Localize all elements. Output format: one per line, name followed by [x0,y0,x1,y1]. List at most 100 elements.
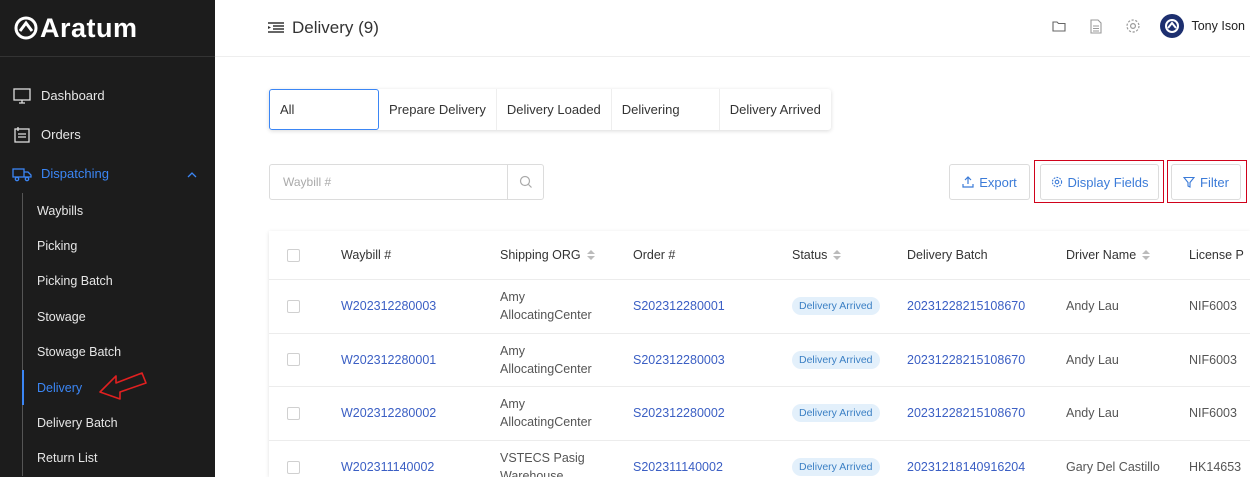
header-actions: Tony Ison [1049,12,1245,40]
table-row: W202312280003 Amy AllocatingCenter S20231… [269,280,1250,334]
col-label: Order # [633,248,676,262]
status-badge: Delivery Arrived [792,458,880,477]
waybill-link[interactable]: W202312280003 [341,280,491,333]
col-label: Status [792,248,828,262]
col-waybill: Waybill # [341,231,491,279]
driver-name: Gary Del Castillo [1066,460,1160,475]
col-driver-name[interactable]: Driver Name [1066,231,1184,279]
status-cell: Delivery Arrived [792,441,902,477]
col-label: License P [1189,248,1244,262]
checkbox[interactable] [287,353,300,367]
page-title: Delivery (9) [292,18,379,37]
col-label: Shipping ORG [500,248,581,262]
col-label: Waybill # [341,248,392,262]
search-button[interactable] [507,165,543,199]
order-link[interactable]: S202312280003 [633,334,783,387]
sidebar-item-dispatching[interactable]: Dispatching [0,154,215,193]
shipping-org-line: Amy [500,397,525,412]
sidebar-item-stowage[interactable]: Stowage [23,299,215,334]
gear-icon[interactable] [1123,16,1143,36]
waybill-link[interactable]: W202312280002 [341,387,491,440]
avatar-logo-icon [1165,19,1180,33]
sidebar-item-delivery-batch[interactable]: Delivery Batch [23,405,215,440]
col-status[interactable]: Status [792,231,902,279]
shipping-org-line: Amy [500,290,525,305]
status-cell: Delivery Arrived [792,280,902,333]
waybill-link[interactable]: W202312280001 [341,334,491,387]
document-icon[interactable] [1086,16,1106,36]
col-delivery-batch: Delivery Batch [907,231,1062,279]
order-link[interactable]: S202312280002 [633,387,783,440]
shipping-org: Amy AllocatingCenter [500,280,625,333]
sidebar-item-return-list[interactable]: Return List [23,441,215,476]
avatar[interactable] [1160,14,1185,38]
shipping-org: Amy AllocatingCenter [500,387,625,440]
folder-icon[interactable] [1049,16,1069,36]
col-license: License P [1189,231,1250,279]
upload-icon [962,176,974,188]
sort-icon[interactable] [1142,250,1151,260]
row-checkbox-cell[interactable] [287,441,300,477]
order-link[interactable]: S202311140002 [633,441,783,477]
sort-icon[interactable] [833,250,842,260]
tab-prepare-delivery[interactable]: Prepare Delivery [379,89,497,130]
menu-toggle-icon[interactable] [267,21,285,35]
checkbox[interactable] [287,406,300,420]
annotation-box-display-fields [1034,160,1164,203]
sidebar-item-dashboard[interactable]: Dashboard [0,76,215,115]
row-checkbox-cell[interactable] [287,334,300,387]
sort-icon[interactable] [586,250,595,260]
select-all-checkbox-cell[interactable] [287,231,300,279]
delivery-batch-link[interactable]: 20231228215108670 [907,334,1062,387]
waybill-link[interactable]: W202311140002 [341,441,491,477]
sidebar-item-stowage-batch[interactable]: Stowage Batch [23,335,215,370]
delivery-batch-link[interactable]: 20231228215108670 [907,387,1062,440]
page-title-wrap: Delivery (9) [267,18,379,38]
brand-logo[interactable]: Aratum [0,0,215,57]
table-row: W202312280001 Amy AllocatingCenter S20231… [269,334,1250,388]
orders-icon [12,125,32,145]
tab-delivery-loaded[interactable]: Delivery Loaded [497,89,612,130]
annotation-arrow-icon [99,372,147,400]
sidebar-item-picking-batch[interactable]: Picking Batch [23,264,215,299]
shipping-org-line: AllocatingCenter [500,361,592,376]
tab-delivering[interactable]: Delivering [612,89,720,130]
checkbox[interactable] [287,248,300,262]
brand-name: Aratum [40,12,138,43]
user-name[interactable]: Tony Ison [1191,19,1245,33]
annotation-box-filter [1167,160,1247,203]
status-cell: Delivery Arrived [792,387,902,440]
shipping-org: VSTECS Pasig Warehouse [500,441,625,477]
row-checkbox-cell[interactable] [287,280,300,333]
delivery-batch-link[interactable]: 20231228215108670 [907,280,1062,333]
tab-delivery-arrived[interactable]: Delivery Arrived [720,89,831,130]
search-input[interactable] [270,165,507,199]
table-header: Waybill # Shipping ORG Order # Status De… [269,231,1250,280]
sidebar: Aratum Dashboard Orders Dispatching Wayb… [0,0,215,477]
driver-name: Andy Lau [1066,406,1119,421]
row-checkbox-cell[interactable] [287,387,300,440]
waybill-search [269,164,544,200]
col-shipping-org[interactable]: Shipping ORG [500,231,625,279]
export-button[interactable]: Export [949,164,1030,200]
monitor-icon [12,86,32,106]
sidebar-item-orders[interactable]: Orders [0,115,215,154]
license-plate: NIF6003 [1189,352,1237,367]
license-plate: NIF6003 [1189,406,1237,421]
truck-icon [12,164,32,184]
col-label: Driver Name [1066,248,1137,262]
sidebar-item-label: Dashboard [41,88,105,103]
sidebar-item-waybills[interactable]: Waybills [23,193,215,228]
checkbox[interactable] [287,299,300,313]
checkbox[interactable] [287,460,300,474]
status-badge: Delivery Arrived [792,350,880,369]
shipping-org-line: VSTECS Pasig [500,451,585,466]
order-link[interactable]: S202312280001 [633,280,783,333]
driver-name: Andy Lau [1066,299,1119,314]
shipping-org-line: AllocatingCenter [500,308,592,323]
shipping-org: Amy AllocatingCenter [500,334,625,387]
col-label: Delivery Batch [907,248,988,262]
tab-all[interactable]: All [269,89,379,130]
delivery-batch-link[interactable]: 20231218140916204 [907,441,1062,477]
sidebar-item-picking[interactable]: Picking [23,228,215,263]
